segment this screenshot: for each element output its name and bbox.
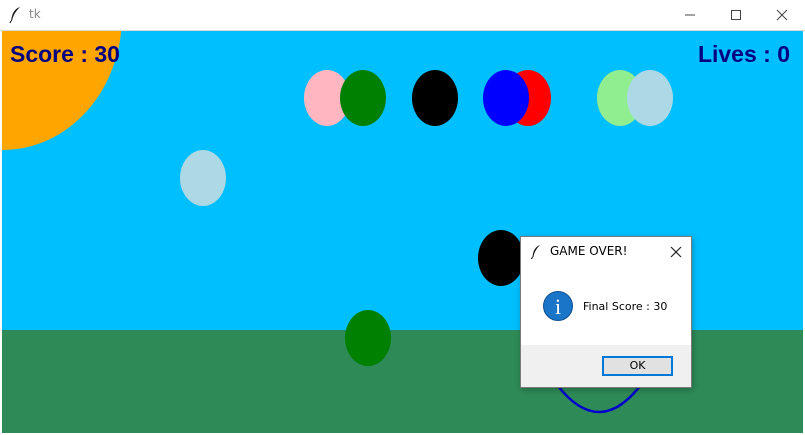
minimize-icon (685, 14, 695, 16)
feather-icon (531, 245, 540, 260)
close-button[interactable] (759, 0, 805, 30)
score-label: Score : 30 (10, 41, 120, 67)
ok-button[interactable]: OK (602, 356, 673, 376)
window-titlebar: tk (0, 0, 805, 31)
maximize-button[interactable] (713, 0, 759, 30)
lives-label: Lives : 0 (697, 41, 790, 67)
basket-arc (557, 385, 641, 414)
close-icon (670, 246, 682, 258)
close-icon (776, 9, 788, 21)
balloon-green[interactable] (340, 70, 386, 126)
minimize-button[interactable] (667, 0, 713, 30)
balloon-light-blue-falling[interactable] (180, 150, 226, 206)
maximize-icon (731, 10, 741, 20)
balloon-green-falling[interactable] (345, 310, 391, 366)
info-icon: i (543, 291, 573, 321)
balloon-black-falling[interactable] (478, 230, 524, 286)
window-title: tk (29, 7, 41, 21)
dialog-message: Final Score : 30 (583, 300, 668, 313)
dialog-close-button[interactable] (667, 243, 685, 261)
feather-icon (9, 7, 20, 24)
game-over-dialog: GAME OVER! i Final Score : 30 OK (520, 236, 692, 388)
balloon-black[interactable] (412, 70, 458, 126)
balloon-blue[interactable] (483, 70, 529, 126)
balloon-light-blue[interactable] (627, 70, 673, 126)
dialog-title: GAME OVER! (550, 244, 628, 258)
